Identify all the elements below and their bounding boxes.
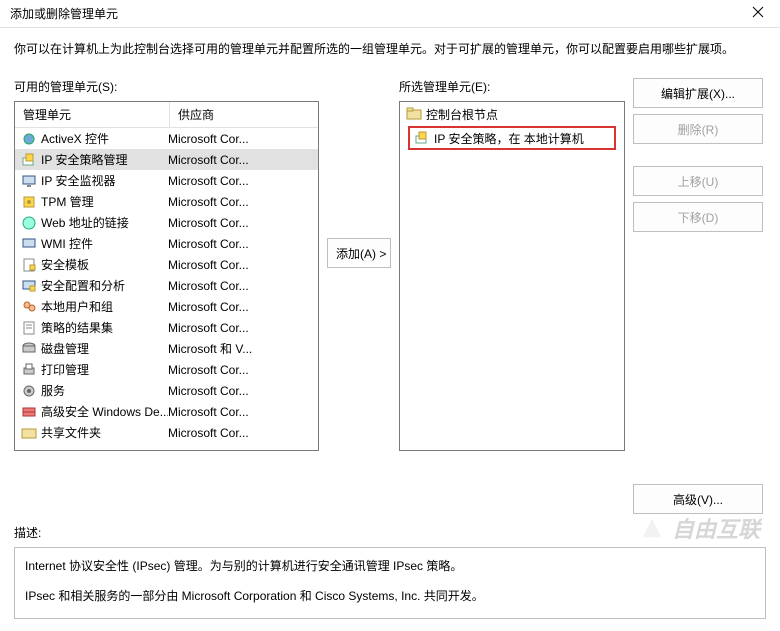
- close-icon: [752, 6, 768, 22]
- firewall-icon: [21, 404, 37, 420]
- available-item-vendor: Microsoft Cor...: [168, 237, 318, 251]
- available-item-name: TPM 管理: [41, 193, 168, 210]
- available-item-name: 服务: [41, 382, 168, 399]
- available-item[interactable]: 打印管理Microsoft Cor...: [15, 359, 318, 380]
- console-root-label: 控制台根节点: [426, 106, 498, 123]
- available-item[interactable]: 磁盘管理Microsoft 和 V...: [15, 338, 318, 359]
- available-item[interactable]: TPM 管理Microsoft Cor...: [15, 191, 318, 212]
- activex-icon: [21, 131, 37, 147]
- available-item-vendor: Microsoft Cor...: [168, 153, 318, 167]
- description-box: Internet 协议安全性 (IPsec) 管理。为与别的计算机进行安全通讯管…: [14, 547, 766, 619]
- available-item[interactable]: 本地用户和组Microsoft Cor...: [15, 296, 318, 317]
- available-item-name: ActiveX 控件: [41, 130, 168, 147]
- available-item-vendor: Microsoft Cor...: [168, 216, 318, 230]
- available-item-name: 高级安全 Windows De...: [41, 403, 168, 420]
- services-icon: [21, 383, 37, 399]
- remove-button[interactable]: 删除(R): [633, 114, 763, 144]
- tpm-icon: [21, 194, 37, 210]
- available-item[interactable]: 安全模板Microsoft Cor...: [15, 254, 318, 275]
- move-down-button[interactable]: 下移(D): [633, 202, 763, 232]
- available-item[interactable]: WMI 控件Microsoft Cor...: [15, 233, 318, 254]
- available-snapins-list[interactable]: 管理单元 供应商 ActiveX 控件Microsoft Cor...IP 安全…: [14, 101, 319, 451]
- available-item[interactable]: ActiveX 控件Microsoft Cor...: [15, 128, 318, 149]
- available-item-name: 本地用户和组: [41, 298, 168, 315]
- disk-mgmt-icon: [21, 341, 37, 357]
- selected-item-highlight[interactable]: IP 安全策略，在 本地计算机: [408, 126, 616, 150]
- available-item-vendor: Microsoft Cor...: [168, 384, 318, 398]
- available-item[interactable]: 高级安全 Windows De...Microsoft Cor...: [15, 401, 318, 422]
- available-item-name: Web 地址的链接: [41, 214, 168, 231]
- selected-item-label: IP 安全策略，在 本地计算机: [434, 130, 584, 147]
- ipsec-policy-icon: [21, 152, 37, 168]
- security-config-icon: [21, 278, 37, 294]
- available-item-name: 策略的结果集: [41, 319, 168, 336]
- print-mgmt-icon: [21, 362, 37, 378]
- selected-snapins-tree[interactable]: 控制台根节点 IP 安全策略，在 本地计算机: [399, 101, 625, 451]
- shared-folders-icon: [21, 425, 37, 441]
- rsop-icon: [21, 320, 37, 336]
- available-header: 管理单元 供应商: [15, 102, 318, 128]
- ipsec-monitor-icon: [21, 173, 37, 189]
- available-item-name: 安全配置和分析: [41, 277, 168, 294]
- available-item[interactable]: IP 安全策略管理Microsoft Cor...: [15, 149, 318, 170]
- users-groups-icon: [21, 299, 37, 315]
- add-button[interactable]: 添加(A) >: [327, 238, 391, 268]
- instructions-text: 你可以在计算机上为此控制台选择可用的管理单元并配置所选的一组管理单元。对于可扩展…: [14, 40, 766, 58]
- available-item-name: 共享文件夹: [41, 424, 168, 441]
- available-item-vendor: Microsoft Cor...: [168, 300, 318, 314]
- available-item-name: IP 安全监视器: [41, 172, 168, 189]
- available-item[interactable]: 安全配置和分析Microsoft Cor...: [15, 275, 318, 296]
- available-item[interactable]: 共享文件夹Microsoft Cor...: [15, 422, 318, 443]
- web-link-icon: [21, 215, 37, 231]
- available-item-name: 磁盘管理: [41, 340, 168, 357]
- move-up-button[interactable]: 上移(U): [633, 166, 763, 196]
- description-label: 描述:: [14, 524, 766, 541]
- col-vendor[interactable]: 供应商: [170, 102, 318, 127]
- available-item[interactable]: 策略的结果集Microsoft Cor...: [15, 317, 318, 338]
- available-item-vendor: Microsoft Cor...: [168, 132, 318, 146]
- advanced-button[interactable]: 高级(V)...: [633, 484, 763, 514]
- available-item-vendor: Microsoft Cor...: [168, 174, 318, 188]
- available-item-vendor: Microsoft Cor...: [168, 426, 318, 440]
- available-item[interactable]: Web 地址的链接Microsoft Cor...: [15, 212, 318, 233]
- available-item-name: 安全模板: [41, 256, 168, 273]
- available-item-vendor: Microsoft Cor...: [168, 321, 318, 335]
- available-item[interactable]: 服务Microsoft Cor...: [15, 380, 318, 401]
- close-button[interactable]: [740, 0, 780, 27]
- console-root-node[interactable]: 控制台根节点: [402, 104, 622, 124]
- available-label: 可用的管理单元(S):: [14, 78, 319, 95]
- available-item[interactable]: IP 安全监视器Microsoft Cor...: [15, 170, 318, 191]
- edit-extensions-button[interactable]: 编辑扩展(X)...: [633, 78, 763, 108]
- security-template-icon: [21, 257, 37, 273]
- col-snapin[interactable]: 管理单元: [15, 102, 170, 127]
- description-line2: IPsec 和相关服务的一部分由 Microsoft Corporation 和…: [25, 586, 755, 608]
- selected-label: 所选管理单元(E):: [399, 78, 625, 95]
- available-item-vendor: Microsoft Cor...: [168, 258, 318, 272]
- wmi-icon: [21, 236, 37, 252]
- window-title: 添加或删除管理单元: [10, 5, 118, 22]
- available-item-vendor: Microsoft Cor...: [168, 195, 318, 209]
- available-item-vendor: Microsoft 和 V...: [168, 340, 318, 357]
- available-item-name: 打印管理: [41, 361, 168, 378]
- available-item-name: WMI 控件: [41, 235, 168, 252]
- available-item-vendor: Microsoft Cor...: [168, 405, 318, 419]
- description-line1: Internet 协议安全性 (IPsec) 管理。为与别的计算机进行安全通讯管…: [25, 556, 755, 578]
- folder-icon: [406, 106, 422, 122]
- available-item-vendor: Microsoft Cor...: [168, 279, 318, 293]
- available-item-name: IP 安全策略管理: [41, 151, 168, 168]
- ipsec-policy-icon: [414, 130, 430, 146]
- available-item-vendor: Microsoft Cor...: [168, 363, 318, 377]
